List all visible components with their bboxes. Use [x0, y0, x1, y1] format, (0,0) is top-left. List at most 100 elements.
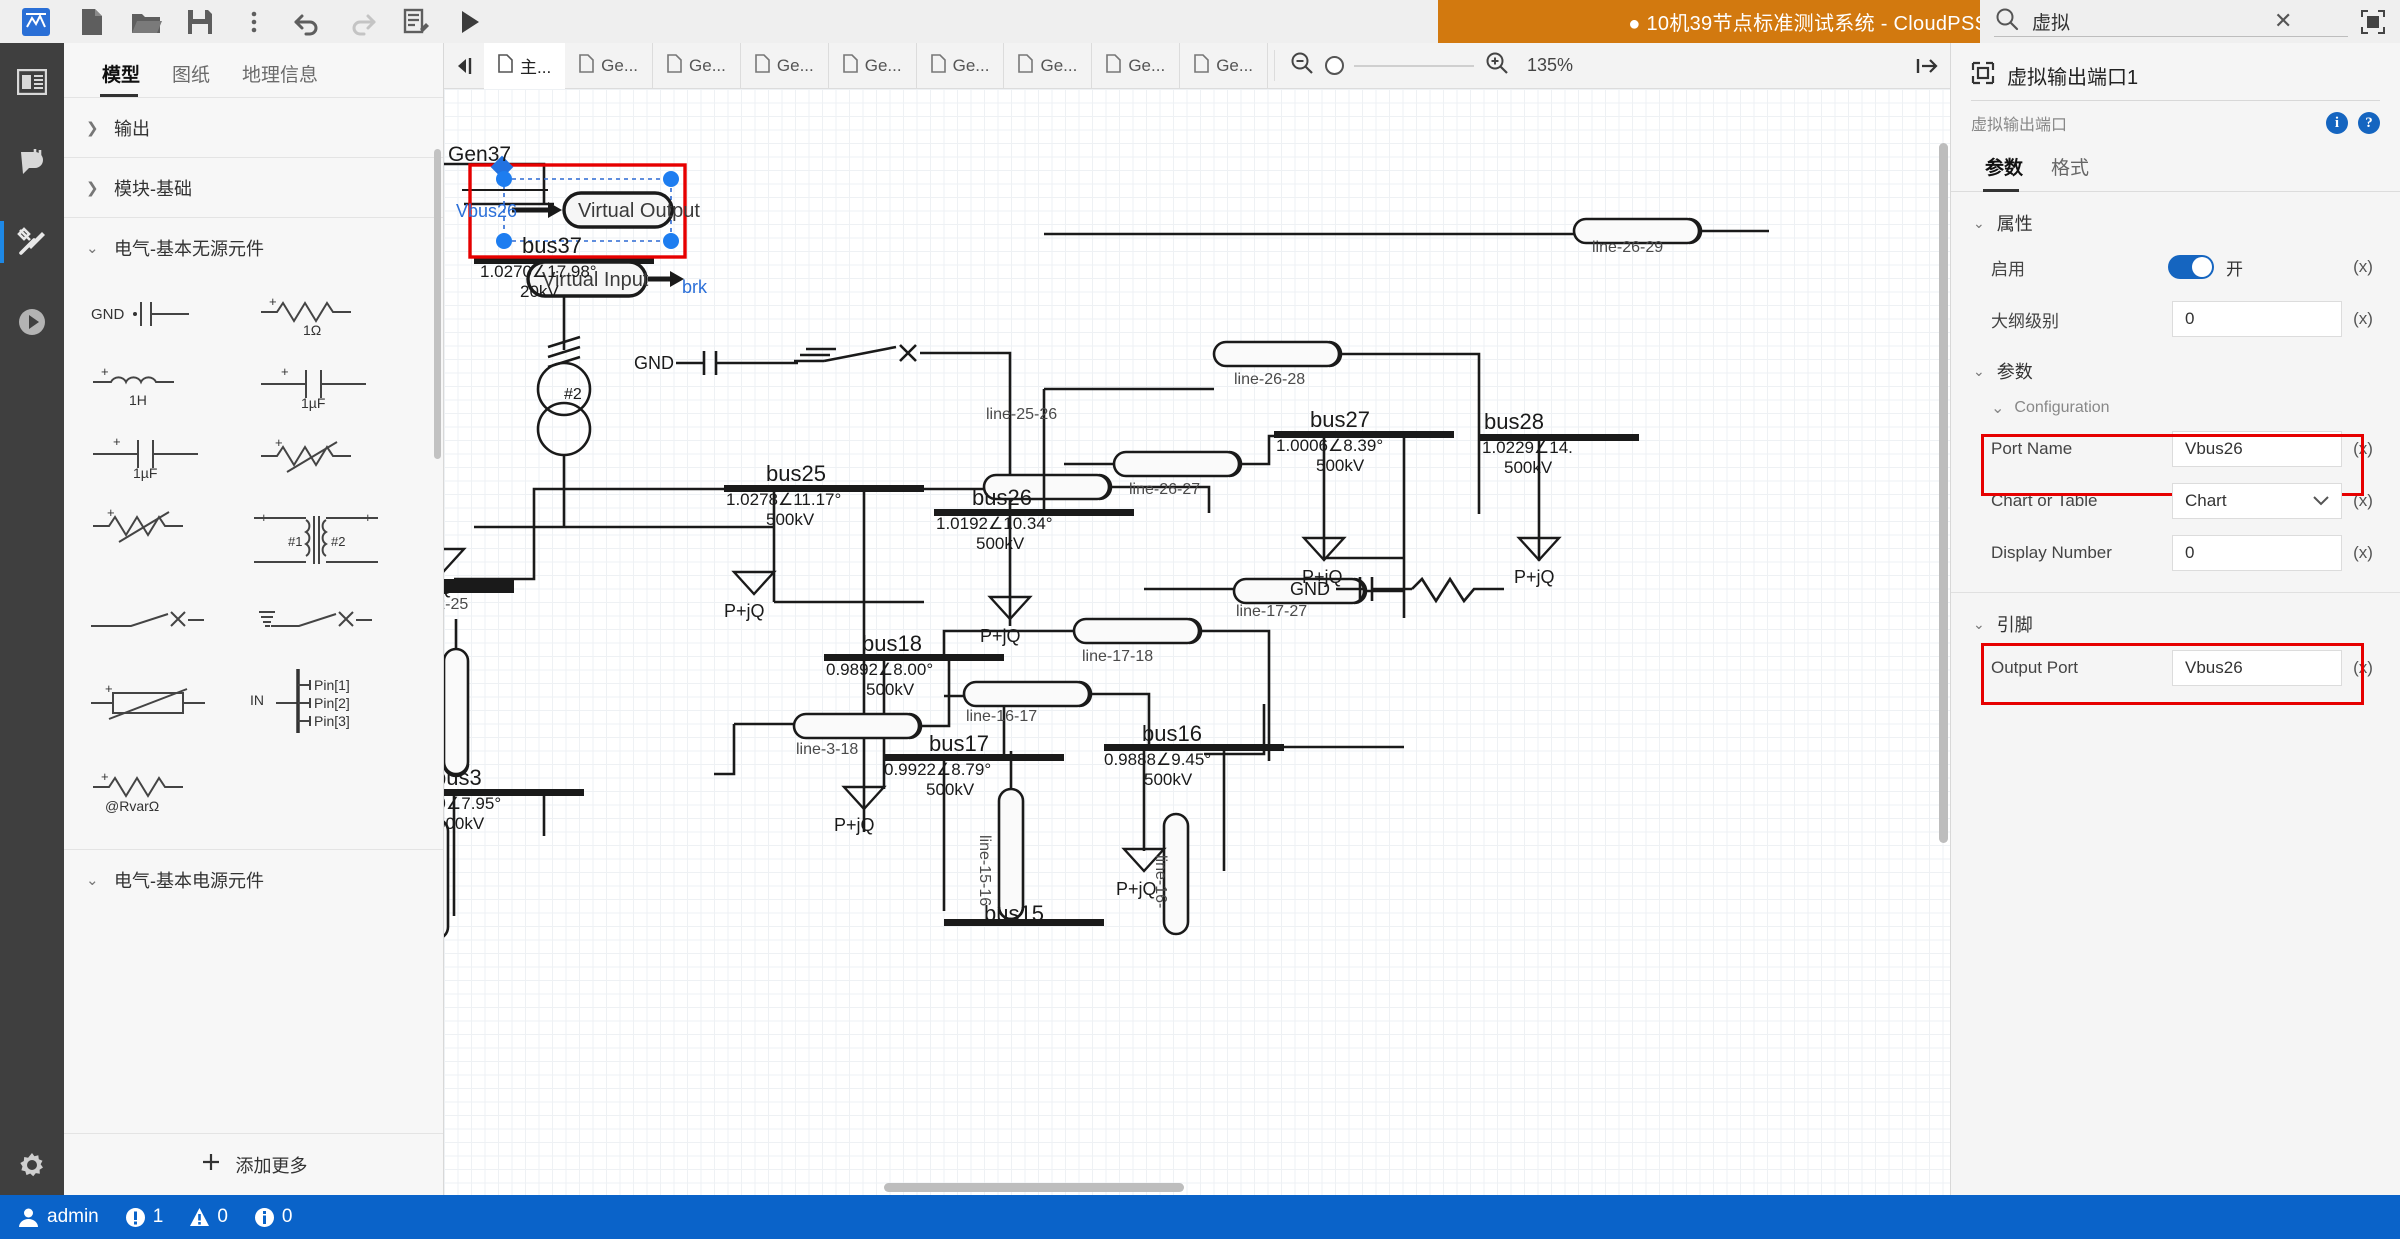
palette-item-rvar-resistor[interactable]: +@RvarΩ	[64, 747, 232, 839]
info-icon[interactable]: i	[2326, 112, 2348, 134]
palette-item-inductor[interactable]: +1H	[64, 353, 232, 423]
zoom-in-icon[interactable]	[1484, 50, 1510, 81]
bus-kv-bus17: 500kV	[926, 780, 975, 799]
palette-item-nonlinear-resistor[interactable]: +	[64, 493, 232, 563]
sidebar-item-run[interactable]	[0, 295, 64, 349]
group-header-sources[interactable]: ⌄ 电气-基本电源元件	[64, 850, 443, 909]
doc-tab-3[interactable]: Ge...	[741, 43, 829, 89]
new-file-icon[interactable]	[66, 0, 118, 43]
doc-tab-5[interactable]: Ge...	[917, 43, 1005, 89]
schematic-canvas[interactable]: Virtual Output Vbus26 Virtual Input brk …	[444, 89, 1950, 1195]
port-name-field[interactable]	[2172, 431, 2342, 467]
search-input[interactable]	[2032, 10, 2262, 32]
library-scrollbar[interactable]	[434, 149, 441, 459]
expression-indicator[interactable]: (x)	[2342, 257, 2384, 277]
tab-model[interactable]: 模型	[86, 60, 156, 97]
help-icon[interactable]: ?	[2358, 112, 2380, 134]
group-header-output[interactable]: ❯ 输出	[64, 98, 443, 157]
outline-level-input[interactable]	[2185, 309, 2329, 329]
save-icon[interactable]	[174, 0, 226, 43]
section-header-parameters[interactable]: ⌄ 参数	[1951, 358, 2400, 384]
svg-text:@RvarΩ: @RvarΩ	[105, 798, 159, 814]
group-header-module-basic[interactable]: ❯ 模块-基础	[64, 158, 443, 217]
gnd-label-1: GND	[634, 353, 674, 373]
doc-tab-4[interactable]: Ge...	[829, 43, 917, 89]
chart-or-table-select[interactable]: Chart	[2172, 483, 2342, 519]
section-header-pins[interactable]: ⌄ 引脚	[1951, 611, 2400, 637]
tab-parameters[interactable]: 参数	[1971, 153, 2037, 191]
tab-format[interactable]: 格式	[2037, 153, 2103, 191]
status-user[interactable]: admin	[18, 1206, 99, 1228]
enable-toggle[interactable]	[2168, 255, 2214, 279]
canvas-vertical-scrollbar[interactable]	[1939, 143, 1948, 843]
palette-item-breaker[interactable]	[232, 585, 400, 655]
undo-icon[interactable]	[282, 0, 334, 43]
file-icon	[579, 54, 594, 78]
app-logo-icon[interactable]	[8, 0, 64, 43]
palette-item-capacitor-2[interactable]: +1µF	[64, 423, 232, 493]
tab-drawing[interactable]: 图纸	[156, 60, 226, 97]
group-header-passive[interactable]: ⌄ 电气-基本无源元件	[64, 218, 443, 277]
output-port-field[interactable]	[2172, 650, 2342, 686]
display-number-field[interactable]	[2172, 535, 2342, 571]
palette-item-varistor[interactable]: +	[64, 655, 232, 747]
close-icon[interactable]: ✕	[2274, 10, 2292, 32]
open-folder-icon[interactable]	[120, 0, 172, 43]
status-warning-badge[interactable]: 0	[189, 1206, 228, 1228]
palette-item-ground[interactable]: GND	[64, 283, 232, 353]
palette-item-switch[interactable]	[64, 585, 232, 655]
palette-item-multi-pin-bus[interactable]: INPin[1]Pin[2]Pin[3]	[232, 655, 400, 747]
doc-tab-6[interactable]: Ge...	[1004, 43, 1092, 89]
subsection-header-configuration[interactable]: ⌄ Configuration	[1951, 398, 2400, 418]
output-port-input[interactable]	[2185, 658, 2329, 678]
activity-bar	[0, 43, 64, 1195]
tab-geo-info[interactable]: 地理信息	[226, 60, 334, 97]
outline-level-field[interactable]	[2172, 301, 2342, 337]
zoom-slider-track[interactable]	[1354, 65, 1474, 67]
properties-tabs: 参数 格式	[1951, 153, 2400, 192]
more-options-icon[interactable]	[228, 0, 280, 43]
palette-item-capacitor[interactable]: +1µF	[232, 353, 400, 423]
status-info-badge[interactable]: 0	[254, 1206, 293, 1228]
property-label-chart-or-table: Chart or Table	[1991, 491, 2172, 511]
display-number-input[interactable]	[2185, 543, 2329, 563]
expression-indicator[interactable]: (x)	[2342, 658, 2384, 678]
report-icon[interactable]	[390, 0, 442, 43]
zoom-slider-knob[interactable]	[1325, 56, 1344, 75]
status-user-name: admin	[47, 1206, 99, 1228]
status-error-badge[interactable]: 1	[125, 1206, 164, 1228]
expression-indicator[interactable]: (x)	[2342, 543, 2384, 563]
doc-tab-1[interactable]: Ge...	[565, 43, 653, 89]
sidebar-item-settings[interactable]	[0, 1149, 64, 1181]
sidebar-item-library[interactable]	[0, 55, 64, 109]
zoom-out-icon[interactable]	[1289, 50, 1315, 81]
palette-item-resistor[interactable]: +1Ω	[232, 283, 400, 353]
add-more-button[interactable]: 添加更多	[64, 1133, 443, 1195]
status-info-count: 0	[282, 1206, 293, 1228]
port-name-input[interactable]	[2185, 439, 2329, 459]
collapse-right-icon[interactable]	[1914, 55, 1950, 77]
doc-tab-8[interactable]: Ge...	[1180, 43, 1268, 89]
component-icon	[1971, 61, 1995, 90]
bus-kv-bus18: 500kV	[866, 680, 915, 699]
palette-item-transformer[interactable]: ++#1#2	[232, 493, 400, 585]
doc-tab-7[interactable]: Ge...	[1092, 43, 1180, 89]
sidebar-item-tools[interactable]	[0, 215, 64, 269]
sidebar-item-interfaces[interactable]	[0, 135, 64, 189]
chevron-down-icon: ⌄	[86, 239, 100, 257]
back-to-parent-icon[interactable]	[444, 43, 484, 89]
doc-tab-label: Ge...	[777, 56, 814, 76]
palette-item-variable-resistor[interactable]: +	[232, 423, 400, 493]
expression-indicator[interactable]: (x)	[2342, 309, 2384, 329]
expression-indicator[interactable]: (x)	[2342, 439, 2384, 459]
doc-tab-2[interactable]: Ge...	[653, 43, 741, 89]
canvas-horizontal-scrollbar[interactable]	[884, 1183, 1184, 1192]
maximize-icon[interactable]	[2360, 9, 2386, 35]
canvas-area: 主... Ge... Ge... Ge... Ge... Ge...	[444, 43, 1950, 1195]
redo-icon[interactable]	[336, 0, 388, 43]
doc-tab-main[interactable]: 主...	[484, 43, 565, 89]
bus-kv-bus37: 20kV	[520, 282, 559, 301]
expression-indicator[interactable]: (x)	[2342, 491, 2384, 511]
section-header-attributes[interactable]: ⌄ 属性	[1951, 210, 2400, 236]
run-icon[interactable]	[444, 0, 496, 43]
